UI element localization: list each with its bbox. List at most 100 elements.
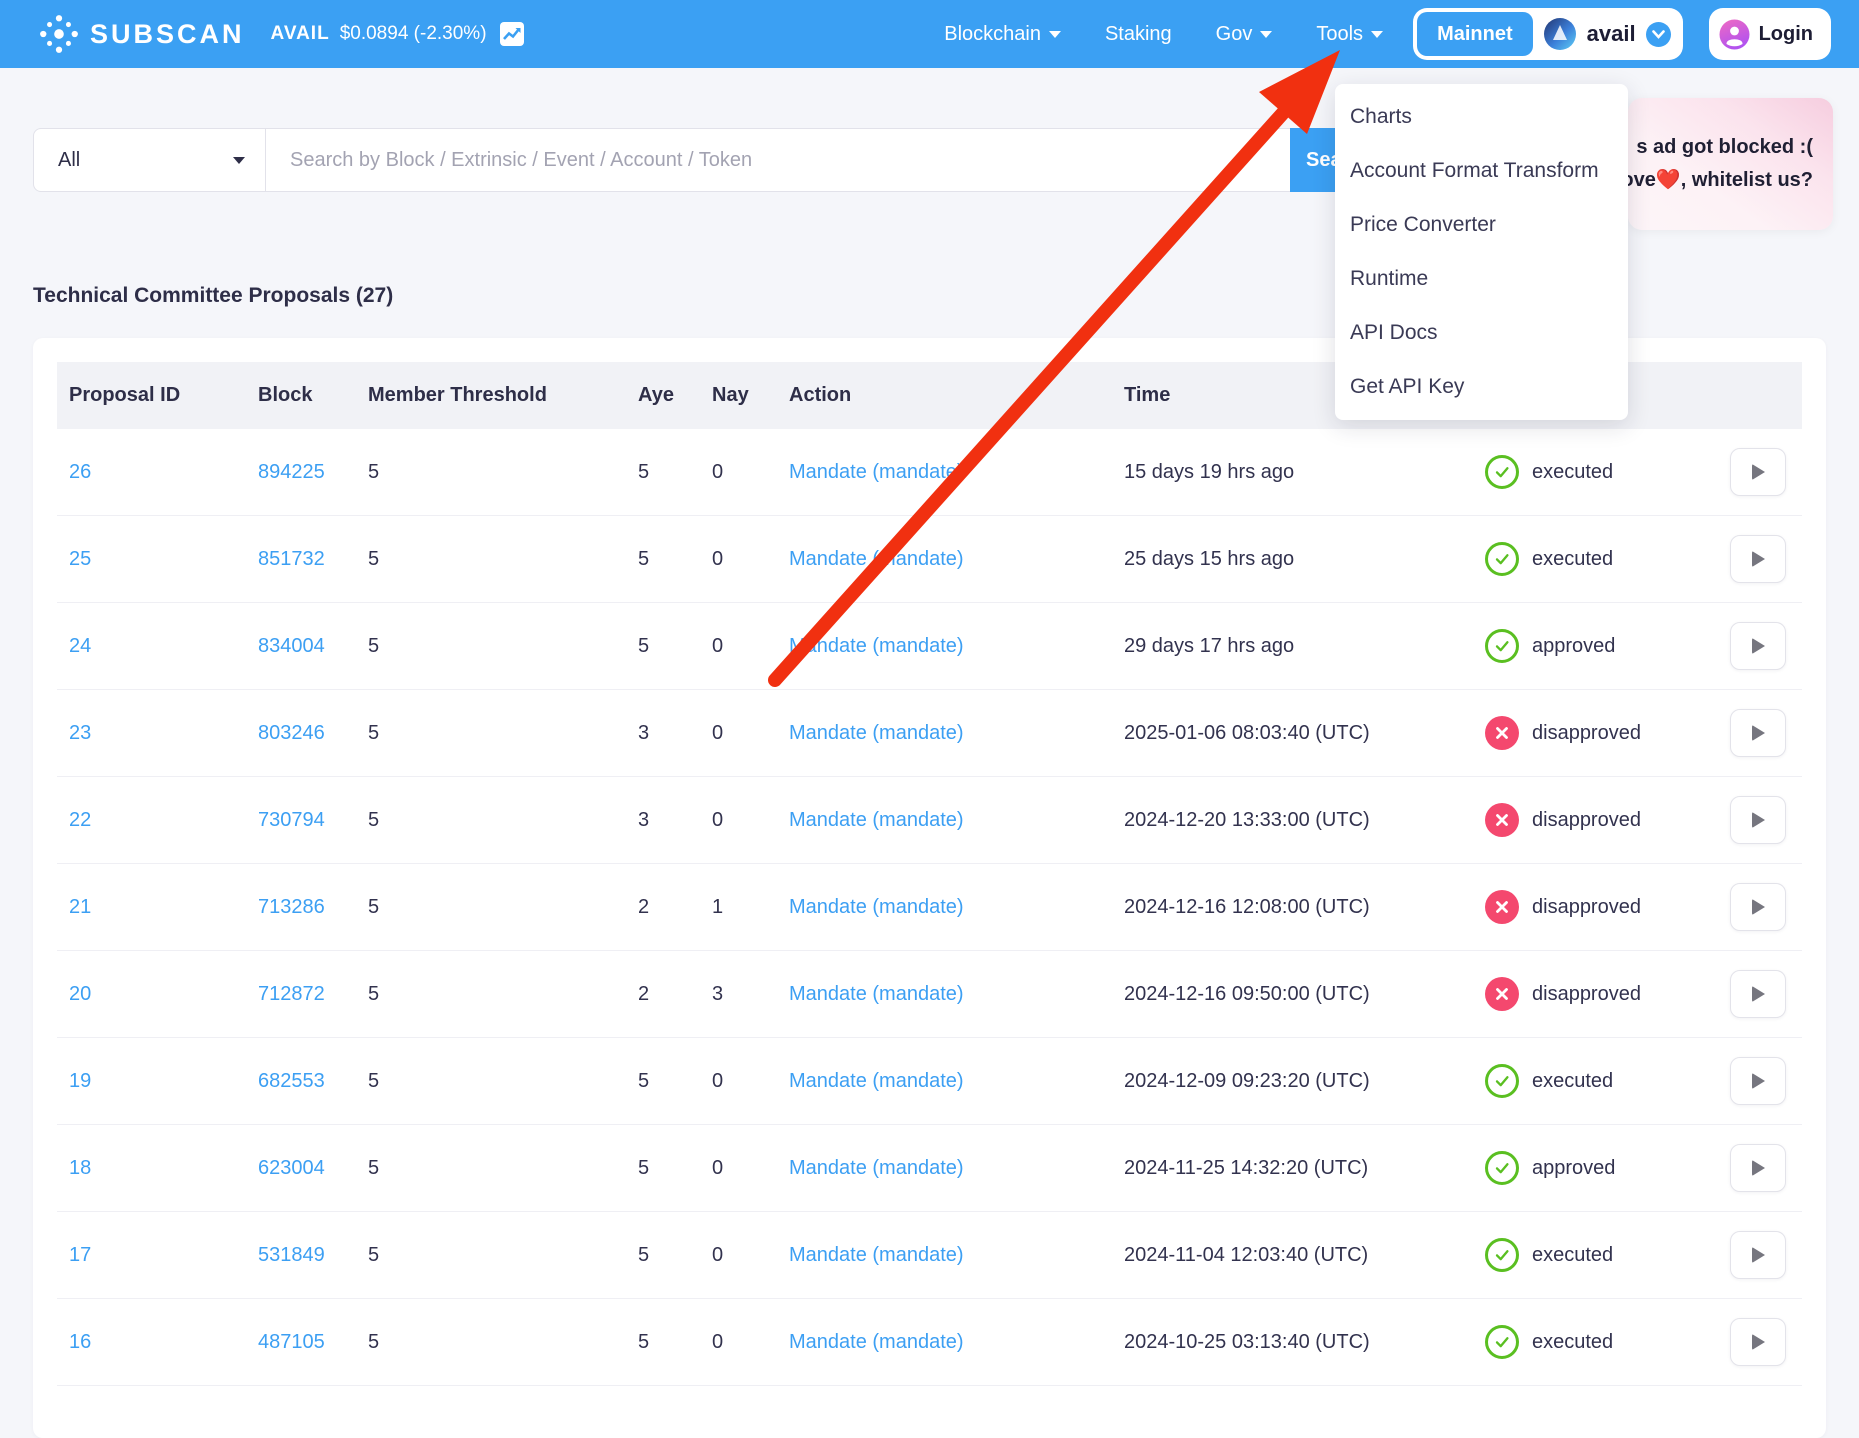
search-input[interactable]: [266, 128, 1290, 192]
menu-item-charts[interactable]: Charts: [1335, 90, 1628, 144]
action-link[interactable]: Mandate (mandate): [789, 809, 964, 831]
block-link[interactable]: 487105: [258, 1331, 325, 1353]
block-link[interactable]: 834004: [258, 635, 325, 657]
block-link[interactable]: 623004: [258, 1157, 325, 1179]
brand-name: SUBSCAN: [90, 19, 245, 50]
proposal-id-link[interactable]: 16: [69, 1331, 91, 1353]
table-row: 25 851732 5 5 0 Mandate (mandate) 25 day…: [57, 516, 1802, 603]
expand-row-button[interactable]: [1730, 709, 1786, 757]
proposal-id-link[interactable]: 22: [69, 809, 91, 831]
expand-row-button[interactable]: [1730, 535, 1786, 583]
expand-row-button[interactable]: [1730, 622, 1786, 670]
action-link[interactable]: Mandate (mandate): [789, 461, 964, 483]
play-icon: [1752, 899, 1765, 915]
table-row: 23 803246 5 3 0 Mandate (mandate) 2025-0…: [57, 690, 1802, 777]
x-icon: [1494, 812, 1510, 828]
aye-count: 3: [638, 722, 649, 744]
user-icon: [1719, 19, 1750, 50]
action-link[interactable]: Mandate (mandate): [789, 1070, 964, 1092]
table-row: 26 894225 5 5 0 Mandate (mandate) 15 day…: [57, 429, 1802, 516]
status-icon: [1485, 542, 1519, 576]
expand-row-button[interactable]: [1730, 1057, 1786, 1105]
nay-count: 0: [712, 1157, 723, 1179]
proposal-id-link[interactable]: 21: [69, 896, 91, 918]
play-icon: [1752, 551, 1765, 567]
aye-count: 5: [638, 1244, 649, 1266]
table-row: 20 712872 5 2 3 Mandate (mandate) 2024-1…: [57, 951, 1802, 1038]
network-chevron-icon[interactable]: [1646, 22, 1671, 47]
proposal-id-link[interactable]: 17: [69, 1244, 91, 1266]
status-badge: executed: [1532, 548, 1613, 571]
proposal-id-link[interactable]: 25: [69, 548, 91, 570]
proposal-id-link[interactable]: 26: [69, 461, 91, 483]
page-title: Technical Committee Proposals (27): [33, 284, 393, 308]
block-link[interactable]: 712872: [258, 983, 325, 1005]
block-link[interactable]: 531849: [258, 1244, 325, 1266]
action-link[interactable]: Mandate (mandate): [789, 635, 964, 657]
nay-count: 0: [712, 722, 723, 744]
proposal-id-link[interactable]: 20: [69, 983, 91, 1005]
block-link[interactable]: 894225: [258, 461, 325, 483]
status-icon: [1485, 1238, 1519, 1272]
main-nav: Blockchain Staking Gov Tools: [944, 23, 1383, 46]
expand-row-button[interactable]: [1730, 1144, 1786, 1192]
expand-row-button[interactable]: [1730, 970, 1786, 1018]
proposal-time: 2024-12-09 09:23:20 (UTC): [1124, 1070, 1370, 1092]
nay-count: 0: [712, 1331, 723, 1353]
price-chart-icon[interactable]: [499, 21, 525, 47]
action-link[interactable]: Mandate (mandate): [789, 1157, 964, 1179]
action-link[interactable]: Mandate (mandate): [789, 1244, 964, 1266]
ad-blocked-banner: s ad got blocked :( e love❤️, whitelist …: [1628, 98, 1833, 230]
action-link[interactable]: Mandate (mandate): [789, 1331, 964, 1353]
search-filter-select[interactable]: All: [33, 128, 266, 192]
aye-count: 5: [638, 1070, 649, 1092]
col-action: Action: [777, 384, 1112, 407]
menu-item-api-docs[interactable]: API Docs: [1335, 306, 1628, 360]
expand-row-button[interactable]: [1730, 1231, 1786, 1279]
proposal-id-link[interactable]: 23: [69, 722, 91, 744]
expand-row-button[interactable]: [1730, 883, 1786, 931]
check-icon: [1492, 462, 1512, 482]
status-icon: [1485, 455, 1519, 489]
proposal-id-link[interactable]: 18: [69, 1157, 91, 1179]
action-link[interactable]: Mandate (mandate): [789, 983, 964, 1005]
nav-blockchain[interactable]: Blockchain: [944, 23, 1061, 46]
login-button[interactable]: Login: [1709, 8, 1831, 60]
mainnet-button[interactable]: Mainnet: [1417, 12, 1533, 56]
menu-item-get-api-key[interactable]: Get API Key: [1335, 360, 1628, 414]
expand-row-button[interactable]: [1730, 448, 1786, 496]
member-threshold-value: 5: [368, 1244, 379, 1266]
table-row: 17 531849 5 5 0 Mandate (mandate) 2024-1…: [57, 1212, 1802, 1299]
block-link[interactable]: 713286: [258, 896, 325, 918]
action-link[interactable]: Mandate (mandate): [789, 722, 964, 744]
action-link[interactable]: Mandate (mandate): [789, 896, 964, 918]
menu-item-price-converter[interactable]: Price Converter: [1335, 198, 1628, 252]
block-link[interactable]: 682553: [258, 1070, 325, 1092]
block-link[interactable]: 730794: [258, 809, 325, 831]
menu-item-runtime[interactable]: Runtime: [1335, 252, 1628, 306]
proposal-id-link[interactable]: 24: [69, 635, 91, 657]
proposal-id-link[interactable]: 19: [69, 1070, 91, 1092]
expand-row-button[interactable]: [1730, 796, 1786, 844]
action-link[interactable]: Mandate (mandate): [789, 548, 964, 570]
proposal-time: 2024-12-16 12:08:00 (UTC): [1124, 896, 1370, 918]
aye-count: 5: [638, 548, 649, 570]
subscan-logo[interactable]: SUBSCAN: [38, 13, 245, 55]
status-icon: [1485, 1151, 1519, 1185]
proposal-time: 2025-01-06 08:03:40 (UTC): [1124, 722, 1370, 744]
nay-count: 0: [712, 809, 723, 831]
nav-gov[interactable]: Gov: [1216, 23, 1273, 46]
block-link[interactable]: 851732: [258, 548, 325, 570]
status-badge: disapproved: [1532, 722, 1641, 745]
expand-row-button[interactable]: [1730, 1318, 1786, 1366]
nav-staking[interactable]: Staking: [1105, 23, 1172, 46]
nav-tools[interactable]: Tools: [1316, 23, 1383, 46]
play-icon: [1752, 638, 1765, 654]
block-link[interactable]: 803246: [258, 722, 325, 744]
status-badge: disapproved: [1532, 896, 1641, 919]
nay-count: 0: [712, 548, 723, 570]
chevron-down-icon: [1260, 31, 1272, 38]
menu-item-account-format-transform[interactable]: Account Format Transform: [1335, 144, 1628, 198]
member-threshold-value: 5: [368, 461, 379, 483]
proposals-card: Proposal ID Block Member Threshold Aye N…: [33, 338, 1826, 1438]
